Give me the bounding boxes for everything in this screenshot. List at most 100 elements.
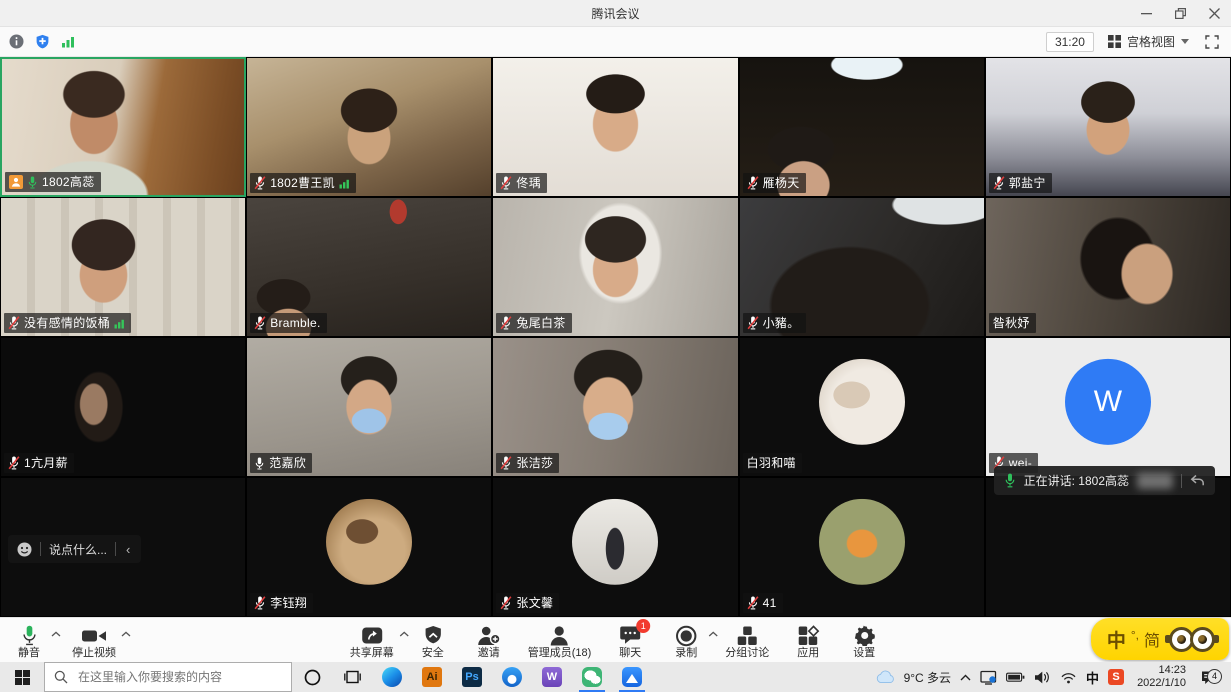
video-tile[interactable]: 没有感情的饭桶: [0, 197, 246, 337]
taskbar-app-wechat[interactable]: [572, 662, 612, 692]
control-设置[interactable]: 设置: [847, 621, 881, 660]
video-tile[interactable]: 佟瑀: [492, 57, 738, 197]
video-tile[interactable]: 郭盐宁: [985, 57, 1231, 197]
search-input[interactable]: [76, 669, 282, 685]
video-tile[interactable]: 张文馨: [492, 477, 738, 617]
protection-shield-icon[interactable]: [35, 34, 50, 49]
control-安全[interactable]: 安全: [416, 621, 450, 660]
ime-skin-minion-eyes-icon[interactable]: [1165, 627, 1219, 652]
taskbar-app-tencent-meeting[interactable]: [612, 662, 652, 692]
control-管理成员(18)[interactable]: 管理成员(18): [528, 621, 592, 660]
ime-simplified[interactable]: 简: [1144, 627, 1160, 651]
participant-name: 白羽和喵: [747, 456, 796, 470]
action-center-button[interactable]: 4: [1195, 670, 1221, 685]
taskbar-app-cortana[interactable]: [292, 662, 332, 692]
participant-name-bar: 李钰翔: [250, 593, 313, 613]
sogou-ime-icon[interactable]: S: [1108, 669, 1124, 685]
chat-collapse-arrow[interactable]: ‹: [124, 542, 132, 557]
weather-text[interactable]: 9°C 多云: [904, 669, 951, 686]
taskbar-app-task-view[interactable]: [332, 662, 372, 692]
taskbar-app-wps[interactable]: W: [532, 662, 572, 692]
ime-status-bar[interactable]: 中 °, 简: [1091, 618, 1229, 660]
video-tile[interactable]: 1亢月薪: [0, 337, 246, 477]
taskbar-app-edge[interactable]: [372, 662, 412, 692]
tray-expand-icon[interactable]: [960, 674, 971, 681]
video-tile[interactable]: Wwei-: [985, 337, 1231, 477]
meeting-timer: 31:20: [1046, 32, 1094, 52]
mic-muted-icon: [747, 176, 759, 190]
meeting-info-icon[interactable]: [9, 34, 24, 49]
taskbar-app-qq[interactable]: [492, 662, 532, 692]
video-tile[interactable]: 昝秋妤: [985, 197, 1231, 337]
network-wifi-icon[interactable]: [1060, 671, 1077, 684]
minimize-button[interactable]: [1129, 0, 1163, 27]
chat-input-placeholder[interactable]: 说点什么...: [49, 541, 107, 558]
video-tile[interactable]: 兔尾白茶: [492, 197, 738, 337]
start-button[interactable]: [0, 662, 44, 692]
reply-arrow-icon[interactable]: [1190, 474, 1205, 487]
speaking-toast-text: 正在讲话: 1802高蕊: [1024, 472, 1129, 489]
search-icon: [54, 670, 68, 684]
video-tile[interactable]: 雁杨天: [739, 57, 985, 197]
speaking-toast: 正在讲话: 1802高蕊: [994, 466, 1215, 495]
control-聊天[interactable]: 1聊天: [613, 621, 647, 660]
taskbar-app-illustrator[interactable]: Ai: [412, 662, 452, 692]
fullscreen-button[interactable]: [1203, 33, 1221, 51]
ime-tray-indicator[interactable]: 中: [1086, 668, 1099, 687]
task-view-icon: [344, 669, 361, 685]
ime-mode-chinese[interactable]: 中: [1107, 626, 1126, 653]
taskbar-clock[interactable]: 14:23 2022/1/10: [1137, 664, 1186, 690]
camera-icon: [82, 624, 107, 647]
participant-name-bar: 41: [743, 593, 783, 613]
taskbar-search[interactable]: [44, 662, 292, 692]
avatar: [819, 499, 905, 585]
avatar: W: [1065, 359, 1151, 445]
battery-icon[interactable]: [1006, 672, 1025, 683]
display-cast-icon[interactable]: [980, 670, 997, 685]
chat-divider: [40, 542, 41, 556]
video-tile[interactable]: 范嘉欣: [246, 337, 492, 477]
participant-name-bar: 1802高蕊: [5, 172, 101, 192]
taskbar-app-photoshop[interactable]: Ps: [452, 662, 492, 692]
video-tile[interactable]: 李钰翔: [246, 477, 492, 617]
video-tile[interactable]: 1802高蕊: [0, 57, 246, 197]
fullscreen-icon: [1205, 35, 1219, 49]
chevron-up-icon[interactable]: [399, 631, 409, 637]
video-tile[interactable]: 1802曹王凯: [246, 57, 492, 197]
quick-chat-bubble[interactable]: 说点什么... ‹: [8, 535, 141, 563]
video-tile[interactable]: 小豬。: [739, 197, 985, 337]
control-label: 聊天: [619, 647, 641, 660]
control-静音[interactable]: 静音: [12, 621, 46, 660]
close-button[interactable]: [1197, 0, 1231, 27]
control-应用[interactable]: 应用: [791, 621, 825, 660]
control-分组讨论[interactable]: 分组讨论: [725, 621, 769, 660]
chevron-up-icon[interactable]: [708, 631, 718, 637]
video-tile[interactable]: 41: [739, 477, 985, 617]
control-label: 停止视频: [72, 647, 116, 660]
view-switch-button[interactable]: 宫格视图: [1104, 31, 1193, 52]
chevron-up-icon[interactable]: [51, 631, 61, 637]
signal-bars-icon: [114, 318, 125, 329]
record-icon: [675, 624, 697, 647]
emoji-smiley-icon[interactable]: [17, 542, 32, 557]
meeting-toolbar-bottom: 静音停止视频 共享屏幕安全邀请 管理成员(18) 1聊天录制分组讨论应用设置: [0, 617, 1231, 662]
video-tile[interactable]: 张洁莎: [492, 337, 738, 477]
control-共享屏幕[interactable]: 共享屏幕: [350, 621, 394, 660]
restore-button[interactable]: [1163, 0, 1197, 27]
illustrator-icon: Ai: [422, 667, 442, 687]
control-停止视频[interactable]: 停止视频: [72, 621, 116, 660]
network-signal-icon[interactable]: [61, 35, 75, 48]
control-label: 邀请: [478, 647, 500, 660]
mic-muted-icon: [8, 316, 20, 330]
censored-name-blur: [1137, 473, 1173, 489]
participant-name-bar: 昝秋妤: [989, 313, 1036, 333]
gear-icon: [854, 624, 875, 647]
control-录制[interactable]: 录制: [669, 621, 703, 660]
chevron-up-icon[interactable]: [121, 631, 131, 637]
video-tile[interactable]: Bramble.: [246, 197, 492, 337]
ime-punctuation[interactable]: °,: [1131, 628, 1139, 642]
weather-cloud-icon[interactable]: [876, 670, 895, 684]
video-tile[interactable]: 白羽和喵: [739, 337, 985, 477]
volume-icon[interactable]: [1034, 671, 1051, 684]
control-邀请[interactable]: 邀请: [472, 621, 506, 660]
